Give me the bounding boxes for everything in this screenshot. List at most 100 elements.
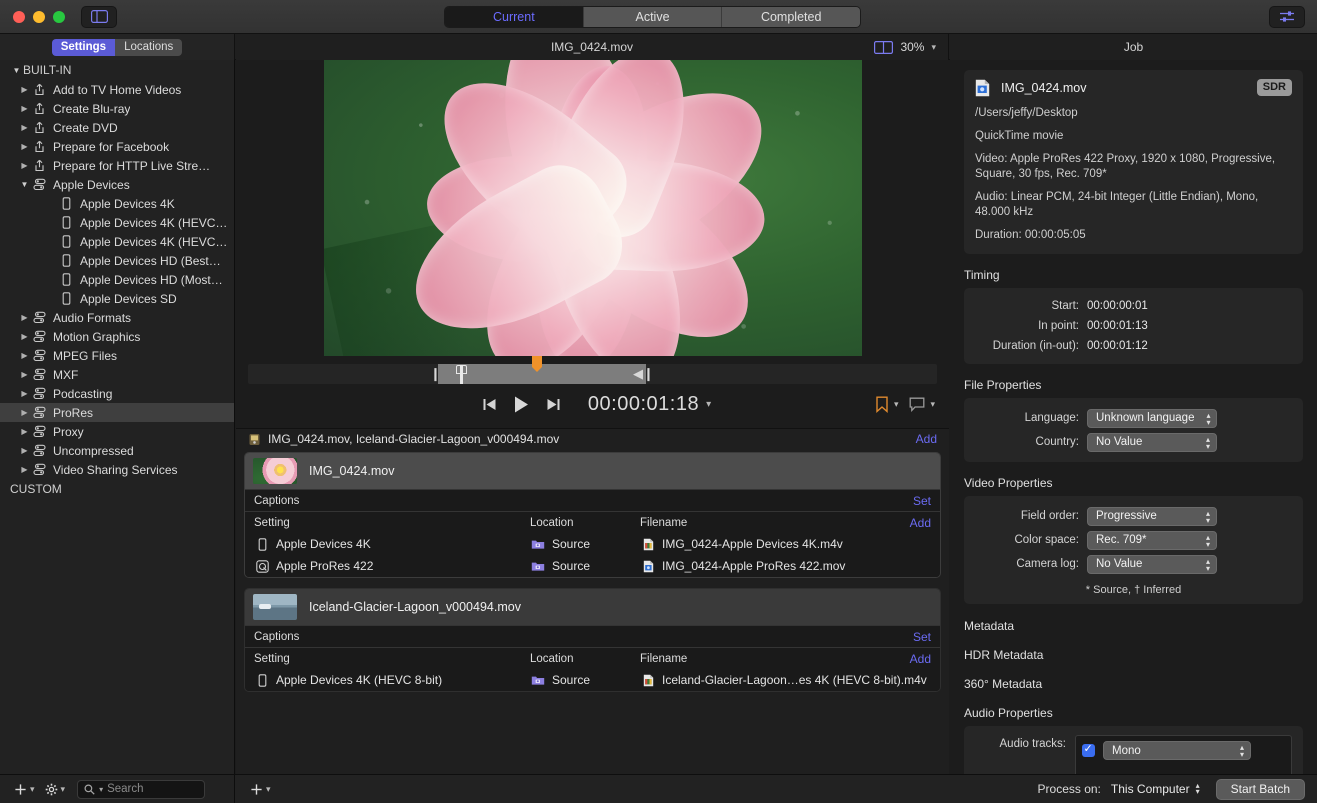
output-add-button[interactable]: Add: [910, 516, 931, 530]
chevron-down-icon[interactable]: ▾: [894, 399, 899, 410]
start-batch-button[interactable]: Start Batch: [1215, 778, 1305, 800]
metadata-section-title[interactable]: Metadata: [964, 619, 1303, 633]
inspector-toggle-button[interactable]: [1269, 5, 1305, 28]
disclosure-triangle-icon[interactable]: ▶: [18, 123, 31, 132]
batch-add-button[interactable]: Add: [916, 432, 937, 446]
add-file-button[interactable]: ▾: [246, 783, 275, 796]
sidebar-item-apple-devices-4k-hevc-2[interactable]: Apple Devices 4K (HEVC…: [0, 232, 234, 251]
tab-active[interactable]: Active: [583, 7, 723, 27]
disclosure-triangle-icon[interactable]: ▶: [18, 332, 31, 341]
disclosure-triangle-icon[interactable]: ▶: [18, 389, 31, 398]
settings-action-button[interactable]: ▾: [41, 783, 70, 796]
disclosure-triangle-icon[interactable]: ▼: [10, 66, 23, 75]
chevron-down-icon[interactable]: ▾: [930, 399, 935, 410]
disclosure-triangle-icon[interactable]: ▶: [18, 104, 31, 113]
tab-locations[interactable]: Locations: [115, 38, 183, 56]
audio-track-checkbox[interactable]: [1082, 742, 1095, 757]
sidebar-item-apple-devices-4k-hevc-1[interactable]: Apple Devices 4K (HEVC…: [0, 213, 234, 232]
output-row[interactable]: Apple Devices 4K Source IMG_0424-Apple D…: [245, 533, 940, 555]
disclosure-triangle-icon[interactable]: ▶: [18, 142, 31, 151]
output-row[interactable]: Apple Devices 4K (HEVC 8-bit) Source Ice…: [245, 669, 940, 691]
add-setting-button[interactable]: ▾: [10, 783, 39, 796]
job-header[interactable]: IMG_0424.mov: [245, 453, 940, 489]
captions-set-button[interactable]: Set: [913, 494, 931, 508]
sidebar-item-prepare-for-facebook[interactable]: ▶ Prepare for Facebook: [0, 137, 234, 156]
timecode-display[interactable]: 00:00:01:18: [588, 393, 699, 416]
sidebar-item-create-dvd[interactable]: ▶ Create DVD: [0, 118, 234, 137]
disclosure-triangle-icon[interactable]: ▶: [18, 370, 31, 379]
disclosure-triangle-icon[interactable]: ▶: [18, 427, 31, 436]
sidebar-item-proxy[interactable]: ▶ Proxy: [0, 422, 234, 441]
disclosure-triangle-icon[interactable]: ▶: [18, 85, 31, 94]
disclosure-triangle-icon[interactable]: ▶: [18, 446, 31, 455]
job-card[interactable]: Iceland-Glacier-Lagoon_v000494.mov Capti…: [244, 588, 941, 692]
minimize-button[interactable]: [33, 10, 45, 23]
360-metadata-section-title[interactable]: 360° Metadata: [964, 677, 1303, 691]
sidebar-item-create-blu-ray[interactable]: ▶ Create Blu-ray: [0, 99, 234, 118]
scrubber-track[interactable]: ❙▶ ◀❙: [248, 356, 937, 384]
field-order-select[interactable]: Progressive ▴ ▾: [1087, 506, 1217, 526]
sidebar-toggle-button[interactable]: [81, 5, 117, 28]
camera-log-select[interactable]: No Value ▴ ▾: [1087, 554, 1217, 574]
disclosure-triangle-icon[interactable]: ▶: [18, 408, 31, 417]
sidebar-item-audio-formats[interactable]: ▶ Audio Formats: [0, 308, 234, 327]
sidebar-item-add-to-tv-home-videos[interactable]: ▶ Add to TV Home Videos: [0, 80, 234, 99]
audio-tracks-list[interactable]: Mono ▴▾: [1075, 735, 1292, 774]
view-mode-tabs[interactable]: Current Active Completed: [444, 6, 861, 28]
marker-icon[interactable]: [875, 396, 889, 413]
zoom-level[interactable]: 30%: [900, 40, 924, 54]
caption-icon[interactable]: [909, 397, 925, 412]
close-button[interactable]: [13, 10, 25, 23]
sidebar-item-motion-graphics[interactable]: ▶ Motion Graphics: [0, 327, 234, 346]
search-input[interactable]: ▾ Search: [77, 779, 206, 799]
zoom-button[interactable]: [53, 10, 65, 23]
output-row[interactable]: Apple ProRes 422 Source IMG_0424-Apple P…: [245, 555, 940, 577]
marker-icon[interactable]: [532, 356, 542, 372]
disclosure-triangle-icon[interactable]: ▶: [18, 465, 31, 474]
sidebar-item-apple-devices-sd[interactable]: Apple Devices SD: [0, 289, 234, 308]
preview-area[interactable]: [236, 60, 949, 356]
sidebar-group-custom[interactable]: CUSTOM: [0, 479, 234, 499]
disclosure-triangle-icon[interactable]: ▶: [18, 161, 31, 170]
job-header[interactable]: Iceland-Glacier-Lagoon_v000494.mov: [245, 589, 940, 625]
output-add-button[interactable]: Add: [910, 652, 931, 666]
tab-completed[interactable]: Completed: [722, 7, 860, 27]
process-on-select[interactable]: This Computer ▴ ▾: [1111, 782, 1200, 797]
disclosure-triangle-icon[interactable]: ▶: [18, 351, 31, 360]
sidebar-item-apple-devices-hd-best[interactable]: Apple Devices HD (Best…: [0, 251, 234, 270]
play-button[interactable]: [506, 390, 538, 418]
sidebar-item-apple-devices[interactable]: ▼ Apple Devices: [0, 175, 234, 194]
settings-locations-tabs[interactable]: Settings Locations: [51, 38, 183, 56]
sidebar-item-uncompressed[interactable]: ▶ Uncompressed: [0, 441, 234, 460]
disclosure-triangle-icon[interactable]: ▶: [18, 313, 31, 322]
sidebar-item-prepare-for-http-live-streaming[interactable]: ▶ Prepare for HTTP Live Stre…: [0, 156, 234, 175]
job-card[interactable]: IMG_0424.mov Captions Set Setting Locati…: [244, 452, 941, 578]
skip-to-end-button[interactable]: [538, 390, 570, 418]
split-view-icon[interactable]: [874, 40, 894, 54]
sidebar-item-mpeg-files[interactable]: ▶ MPEG Files: [0, 346, 234, 365]
hdr-metadata-section-title[interactable]: HDR Metadata: [964, 648, 1303, 662]
captions-set-button[interactable]: Set: [913, 630, 931, 644]
job-inspector[interactable]: IMG_0424.mov SDR /Users/jeffy/Desktop Qu…: [950, 60, 1317, 774]
scrubber-selection-range[interactable]: [438, 364, 646, 384]
chevron-down-icon[interactable]: ▾: [706, 399, 711, 410]
skip-to-start-button[interactable]: [474, 390, 506, 418]
sidebar-item-prores[interactable]: ▶ ProRes: [0, 403, 234, 422]
sidebar-item-podcasting[interactable]: ▶ Podcasting: [0, 384, 234, 403]
color-space-select[interactable]: Rec. 709* ▴ ▾: [1087, 530, 1217, 550]
tab-current[interactable]: Current: [445, 7, 584, 27]
country-select[interactable]: No Value ▴ ▾: [1087, 432, 1217, 452]
chevron-down-icon[interactable]: ▾: [931, 42, 936, 53]
disclosure-triangle-icon[interactable]: ▼: [18, 180, 31, 189]
sidebar-item-mxf[interactable]: ▶ MXF: [0, 365, 234, 384]
out-point-marker-icon[interactable]: ◀❙: [633, 364, 654, 384]
language-select[interactable]: Unknown language ▴ ▾: [1087, 408, 1218, 428]
playhead-handle[interactable]: [456, 365, 467, 374]
settings-sidebar[interactable]: ▼ BUILT-IN ▶ Add to TV Home Videos ▶ Cre…: [0, 60, 235, 774]
tab-settings[interactable]: Settings: [51, 38, 116, 56]
audio-track-select[interactable]: Mono ▴ ▾: [1103, 741, 1251, 760]
sidebar-item-apple-devices-hd-most[interactable]: Apple Devices HD (Most…: [0, 270, 234, 289]
sidebar-item-apple-devices-4k[interactable]: Apple Devices 4K: [0, 194, 234, 213]
sidebar-item-video-sharing-services[interactable]: ▶ Video Sharing Services: [0, 460, 234, 479]
sidebar-group-built-in[interactable]: ▼ BUILT-IN: [0, 60, 234, 80]
